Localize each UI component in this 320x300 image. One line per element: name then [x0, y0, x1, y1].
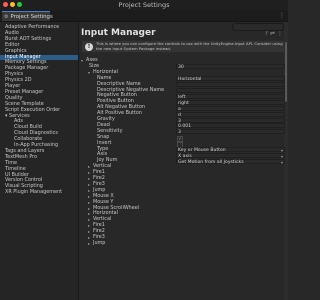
- foldout-closed-icon[interactable]: ▸: [88, 241, 90, 247]
- header-icons: ?⇌⋮: [265, 30, 285, 37]
- text-field[interactable]: 0.001: [176, 123, 285, 129]
- text-field[interactable]: [176, 82, 285, 88]
- text-field[interactable]: a: [176, 105, 285, 112]
- text-field[interactable]: 3: [176, 129, 285, 135]
- info-text: This is where you can configure the cont…: [96, 41, 283, 51]
- title-bar: Project Settings: [0, 0, 288, 10]
- field-label: Jump: [93, 239, 106, 246]
- dropdown[interactable]: X axis: [176, 152, 285, 159]
- dropdown[interactable]: Key or Mouse Button: [176, 147, 285, 153]
- gear-icon: ⚙: [4, 13, 9, 20]
- main-panel: Input Manager ?⇌⋮ ! This is where you ca…: [79, 22, 288, 300]
- text-field[interactable]: d: [176, 111, 285, 118]
- more-options-icon[interactable]: ⋮: [279, 12, 285, 19]
- tab-project-settings[interactable]: ⚙ Project Settings: [2, 11, 53, 21]
- text-field[interactable]: Horizontal: [176, 76, 285, 82]
- sidebar: Adaptive Performance Audio Burst AOT Setti…: [0, 22, 79, 300]
- info-icon: !: [85, 43, 93, 51]
- text-field[interactable]: 3: [176, 117, 285, 124]
- tab-bar: ⚙ Project Settings ⋮: [0, 10, 288, 22]
- sidebar-item[interactable]: XR Plugin Management: [5, 190, 62, 196]
- window-title: Project Settings: [118, 1, 170, 9]
- preset-icon[interactable]: ⇌: [270, 30, 277, 37]
- info-box: ! This is where you can configure the co…: [81, 40, 285, 53]
- search-area: [80, 22, 286, 31]
- axis-foldout[interactable]: ▸ Jump: [79, 239, 288, 247]
- search-input[interactable]: [232, 23, 284, 31]
- dropdown[interactable]: Get Motion from all Joysticks: [176, 158, 285, 165]
- text-field[interactable]: right: [176, 99, 285, 106]
- text-field[interactable]: [176, 88, 285, 93]
- text-field[interactable]: 30: [176, 64, 285, 70]
- text-field[interactable]: left: [176, 93, 285, 100]
- tab-label: Project Settings: [10, 13, 53, 20]
